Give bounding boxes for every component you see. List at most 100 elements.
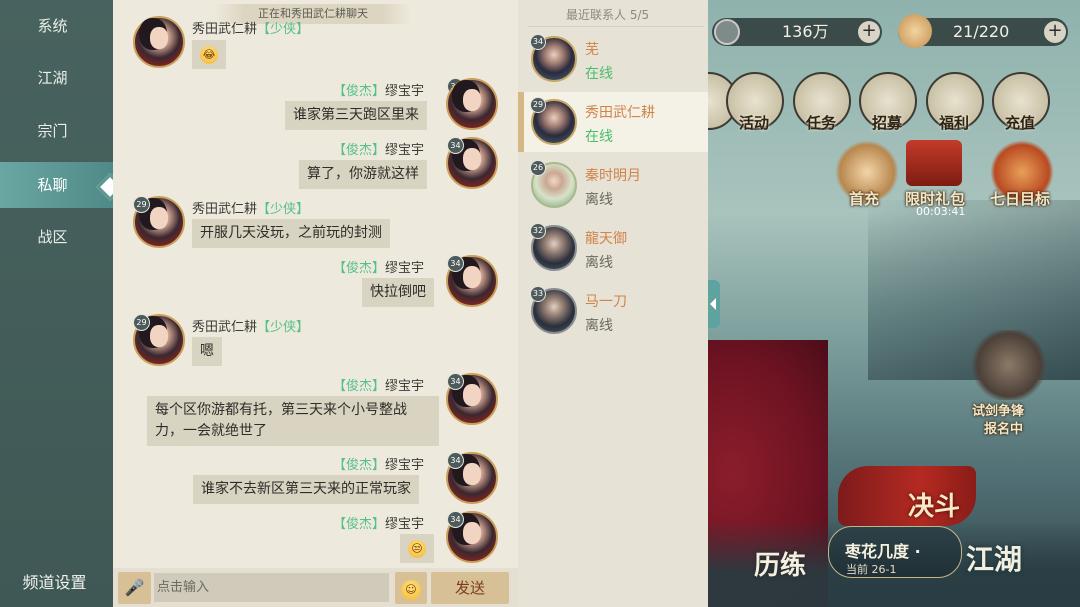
- level-badge: 34: [447, 511, 464, 528]
- level-badge: 34: [447, 373, 464, 390]
- message-bubble: 每个区你游都有托，第三天来个小号整战力，一会就绝世了: [147, 396, 439, 446]
- stage-progress: 当前 26-1: [846, 563, 897, 576]
- first-recharge-label: 首充: [849, 190, 880, 208]
- seven-day-goal-label: 七日目标: [990, 190, 1051, 208]
- message-bubble: 谁家不去新区第三天来的正常玩家: [193, 475, 419, 504]
- game-background: 136万 + 21/220 + 活动 任务 招募 福利 充值 首充 限时礼包 0…: [708, 0, 1080, 607]
- emoji-button[interactable]: ☺: [395, 572, 427, 604]
- message-bubble: 快拉倒吧: [362, 278, 434, 307]
- add-stamina-button[interactable]: +: [1044, 21, 1066, 43]
- sidebar-item-war-zone[interactable]: 战区: [0, 217, 113, 257]
- contact-status: 在线: [585, 129, 613, 145]
- message-bubble: 嗯: [192, 337, 222, 366]
- tournament-label: 试剑争锋: [972, 404, 1025, 419]
- sender-name: 秀田武仁耕: [192, 320, 258, 335]
- level-badge: 34: [447, 137, 464, 154]
- message-bubble: 😂: [192, 40, 226, 69]
- contact-name: 芜: [585, 42, 599, 58]
- stamina-value: 21/220: [953, 22, 1010, 41]
- message-bubble: 开服几天没玩，之前玩的封测: [192, 219, 390, 248]
- contact-item[interactable]: 26 秦时明月 离线: [518, 155, 708, 215]
- message-bubble: 谁家第三天跑区里来: [285, 101, 427, 130]
- chat-panel: 正在和秀田武仁耕聊天 秀田武仁耕【少侠】 😂 34 【俊杰】缪宝宇 谁家第三天跑…: [113, 0, 518, 607]
- sender-name: 缪宝宇: [385, 379, 425, 394]
- level-badge: 34: [447, 452, 464, 469]
- contact-name: 秦时明月: [585, 168, 641, 184]
- unamused-emoji-icon: 😒: [408, 540, 426, 558]
- microphone-button[interactable]: 🎤: [118, 572, 151, 604]
- laughing-emoji-icon: 😂: [200, 46, 218, 64]
- sender-name: 缪宝宇: [385, 458, 425, 473]
- quest-label: 任务: [805, 114, 836, 132]
- contact-name: 秀田武仁耕: [585, 105, 655, 121]
- level-badge: 34: [447, 255, 464, 272]
- contact-item[interactable]: 34 芜 在线: [518, 29, 708, 89]
- collapse-panel-tab[interactable]: [708, 280, 720, 328]
- level-badge: 26: [530, 160, 546, 176]
- tournament-status: 报名中: [984, 422, 1024, 437]
- avatar[interactable]: [133, 16, 185, 68]
- sender-tag: 【俊杰】: [333, 261, 386, 276]
- level-badge: 34: [530, 34, 546, 50]
- steamer-bun-icon: [898, 14, 932, 48]
- smiley-icon: ☺: [401, 580, 421, 600]
- channel-sidebar: 系统 江湖 宗门 私聊 战区 频道设置: [0, 0, 113, 607]
- coin-bar: 136万 +: [712, 18, 882, 46]
- sender-tag: 【少侠】: [257, 202, 310, 217]
- sender-name: 缪宝宇: [385, 143, 425, 158]
- stamina-bar: 21/220 +: [898, 14, 1068, 48]
- recruit-label: 招募: [871, 114, 902, 132]
- sidebar-item-system[interactable]: 系统: [0, 6, 113, 46]
- duel-label: 决斗: [908, 492, 961, 522]
- sender-name: 缪宝宇: [385, 261, 425, 276]
- contact-status: 离线: [585, 192, 613, 208]
- add-coins-button[interactable]: +: [858, 21, 880, 43]
- message-bubble: 😒: [400, 534, 434, 563]
- sender-tag: 【俊杰】: [333, 458, 386, 473]
- level-badge: 29: [133, 196, 150, 213]
- sender-tag: 【少侠】: [257, 22, 310, 37]
- gift-timer: 00:03:41: [916, 205, 966, 218]
- level-badge: 29: [530, 97, 546, 113]
- contact-status: 离线: [585, 318, 613, 334]
- contact-item-selected[interactable]: 29 秀田武仁耕 在线: [518, 92, 708, 152]
- training-button[interactable]: 历练: [754, 545, 806, 582]
- level-badge: 29: [133, 314, 150, 331]
- microphone-icon: 🎤: [124, 578, 145, 597]
- coin-value: 136万: [782, 22, 829, 41]
- sender-name: 缪宝宇: [385, 517, 425, 532]
- jianghu-button[interactable]: 江湖: [966, 538, 1022, 578]
- chat-input[interactable]: [154, 573, 389, 602]
- stage-name: 枣花几度 ·: [845, 542, 921, 561]
- contact-status: 离线: [585, 255, 613, 271]
- sidebar-item-sect[interactable]: 宗门: [0, 111, 113, 151]
- sender-tag: 【少侠】: [257, 320, 310, 335]
- contact-name: 马一刀: [585, 294, 627, 310]
- sender-name: 缪宝宇: [385, 84, 425, 99]
- recharge-label: 充值: [1004, 114, 1035, 132]
- contacts-title: 最近联系人 5/5: [527, 8, 705, 27]
- sidebar-item-jianghu[interactable]: 江湖: [0, 58, 113, 98]
- coin-icon: [714, 19, 740, 45]
- tournament-icon[interactable]: [970, 330, 1048, 400]
- avatar[interactable]: [446, 78, 498, 130]
- channel-settings-button[interactable]: 频道设置: [0, 569, 113, 593]
- contact-status: 在线: [585, 66, 613, 82]
- send-button[interactable]: 发送: [431, 572, 509, 604]
- sender-tag: 【俊杰】: [333, 143, 386, 158]
- gift-pack-icon[interactable]: [906, 140, 962, 186]
- chat-input-bar: 🎤 ☺ 发送: [113, 568, 518, 607]
- sender-tag: 【俊杰】: [333, 84, 386, 99]
- contact-name: 龍天御: [585, 231, 627, 247]
- sender-name: 秀田武仁耕: [192, 22, 258, 37]
- level-badge: 32: [530, 223, 546, 239]
- activity-label: 活动: [738, 114, 769, 132]
- contact-item[interactable]: 33 马一刀 离线: [518, 281, 708, 341]
- message-bubble: 算了，你游就这样: [299, 160, 427, 189]
- contact-item[interactable]: 32 龍天御 离线: [518, 218, 708, 278]
- sender-tag: 【俊杰】: [333, 379, 386, 394]
- sender-name: 秀田武仁耕: [192, 202, 258, 217]
- recent-contacts-panel: 最近联系人 5/5 34 芜 在线 29 秀田武仁耕 在线 26 秦时明月 离线…: [518, 0, 708, 607]
- sidebar-item-private-chat[interactable]: 私聊: [0, 162, 113, 208]
- level-badge: 33: [530, 286, 546, 302]
